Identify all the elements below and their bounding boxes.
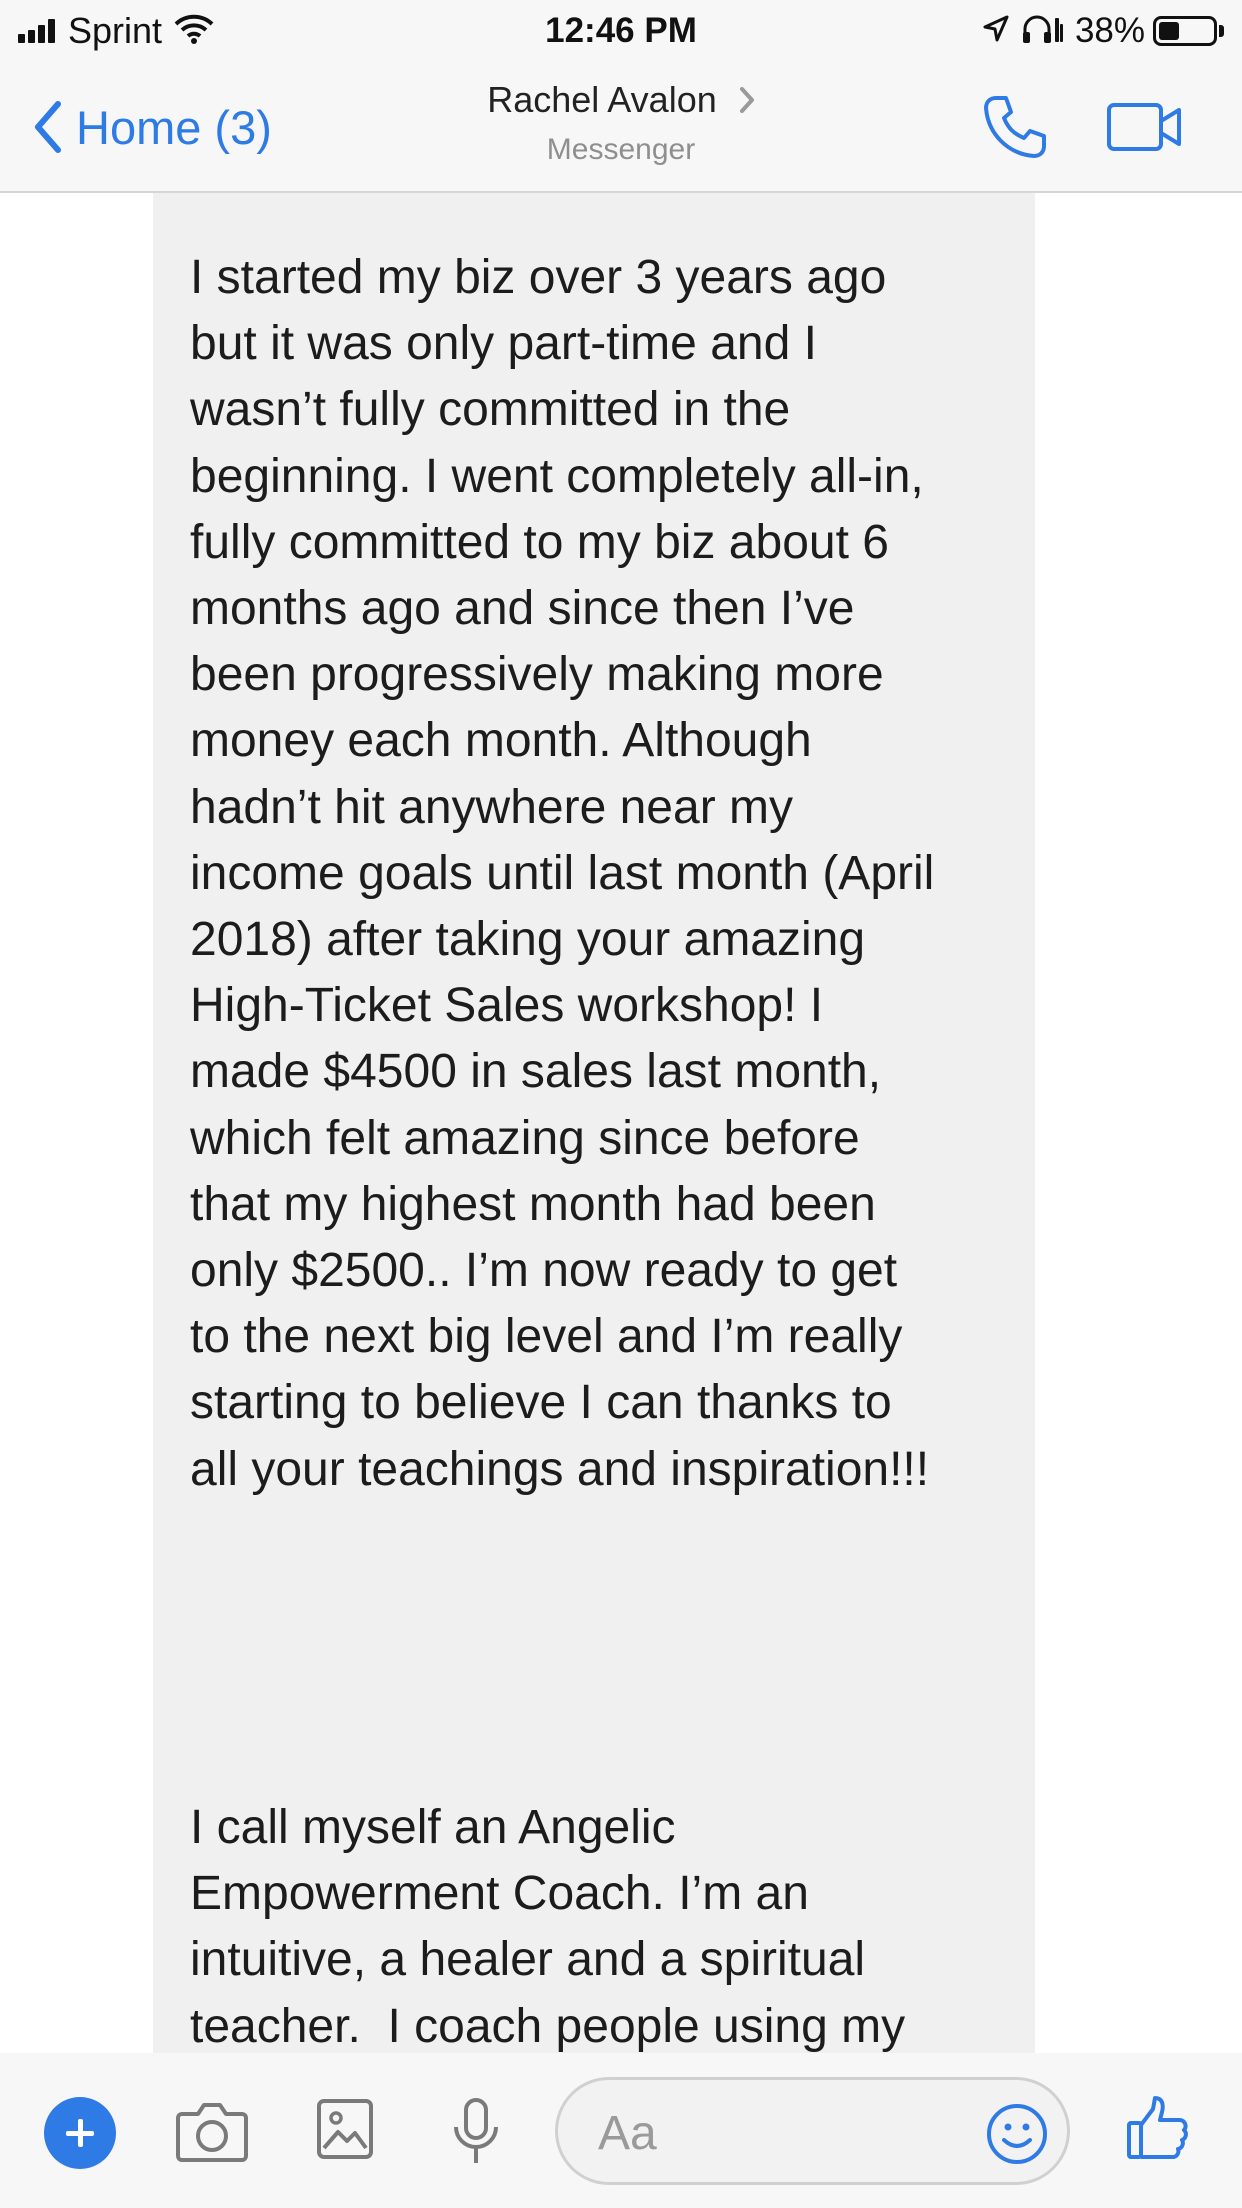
video-camera-icon <box>1107 103 1181 151</box>
battery-tip <box>1219 25 1224 37</box>
headphones-icon <box>1021 14 1065 49</box>
battery-level <box>1159 22 1179 40</box>
status-bar: Sprint 12:46 PM 38% <box>0 0 1242 62</box>
gallery-button[interactable] <box>316 2098 374 2165</box>
call-actions <box>924 92 1182 162</box>
phone-icon <box>984 96 1046 158</box>
emoji-button[interactable] <box>985 2102 1049 2171</box>
message-paragraph: I call myself an Angelic Empowerment Coa… <box>190 1801 906 2053</box>
message-bubble: I started my biz over 3 years ago but it… <box>153 193 1035 2053</box>
microphone-icon <box>454 2098 498 2163</box>
video-call-button[interactable] <box>1106 101 1182 153</box>
message-input-placeholder: Aa <box>598 2107 657 2160</box>
battery-percent: 38% <box>1074 11 1145 50</box>
message-paragraph: I started my biz over 3 years ago but it… <box>190 251 935 1496</box>
message-composer: Aa <box>0 2053 1242 2208</box>
chevron-right-icon <box>739 72 755 132</box>
battery-icon <box>1153 16 1217 46</box>
voice-message-button[interactable] <box>451 2097 501 2172</box>
conversation-header: Home (3) Rachel Avalon Messenger <box>0 62 1242 193</box>
camera-button[interactable] <box>176 2100 248 2167</box>
plus-icon[interactable] <box>44 2097 116 2169</box>
contact-name: Rachel Avalon <box>487 79 717 120</box>
like-button[interactable] <box>1126 2095 1190 2166</box>
camera-icon <box>176 2103 248 2162</box>
image-icon <box>317 2099 373 2159</box>
thumbs-up-icon <box>1127 2096 1188 2159</box>
status-right: 38% <box>981 8 1224 54</box>
location-arrow-icon <box>981 14 1011 49</box>
voice-call-button[interactable] <box>982 94 1048 160</box>
message-input[interactable]: Aa <box>555 2077 1070 2185</box>
emoji-icon <box>987 2104 1047 2164</box>
